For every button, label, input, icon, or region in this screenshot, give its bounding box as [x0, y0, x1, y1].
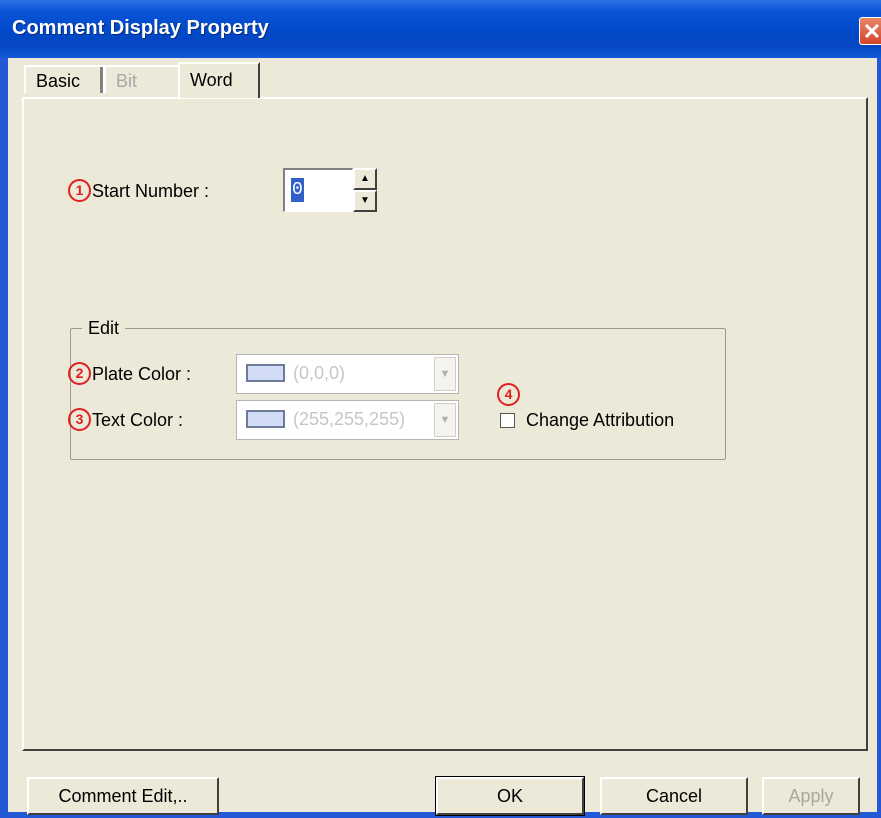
start-number-label: Start Number : [92, 181, 210, 201]
spin-up-button[interactable]: ▲ [353, 168, 377, 190]
chevron-down-icon[interactable]: ▼ [434, 403, 456, 437]
text-color-value: (255,255,255) [293, 409, 406, 429]
marker-3: 3 [68, 408, 91, 431]
marker-4: 4 [497, 383, 520, 406]
plate-color-select[interactable]: (0,0,0) ▼ [236, 354, 459, 394]
window-title: Comment Display Property [12, 17, 269, 39]
ok-button[interactable]: OK [435, 776, 585, 816]
close-button[interactable]: ✕ [859, 17, 881, 45]
change-attribution-checkbox[interactable] [500, 413, 515, 428]
marker-2: 2 [68, 362, 91, 385]
tab-word[interactable]: Word [178, 62, 260, 98]
text-color-select[interactable]: (255,255,255) ▼ [236, 400, 459, 440]
edit-groupbox [70, 328, 726, 460]
text-color-label: Text Color : [92, 410, 184, 430]
plate-color-label: Plate Color : [92, 364, 192, 384]
change-attribution-label: Change Attribution [526, 410, 675, 430]
apply-button: Apply [762, 777, 860, 815]
chevron-down-icon[interactable]: ▼ [434, 357, 456, 391]
marker-1: 1 [68, 179, 91, 202]
text-color-swatch [246, 410, 285, 428]
plate-color-value: (0,0,0) [293, 363, 346, 383]
tab-bit: Bit [104, 65, 178, 93]
edit-group-title: Edit [82, 318, 126, 339]
plate-color-swatch [246, 364, 285, 382]
cancel-button[interactable]: Cancel [600, 777, 748, 815]
comment-edit-button[interactable]: Comment Edit,.. [27, 777, 219, 815]
start-number-value: 0 [291, 178, 304, 202]
title-bar[interactable]: Comment Display Property ✕ [0, 0, 881, 58]
start-number-input[interactable]: 0 [283, 168, 353, 212]
tab-basic[interactable]: Basic [24, 65, 104, 93]
spin-down-button[interactable]: ▼ [353, 190, 377, 212]
